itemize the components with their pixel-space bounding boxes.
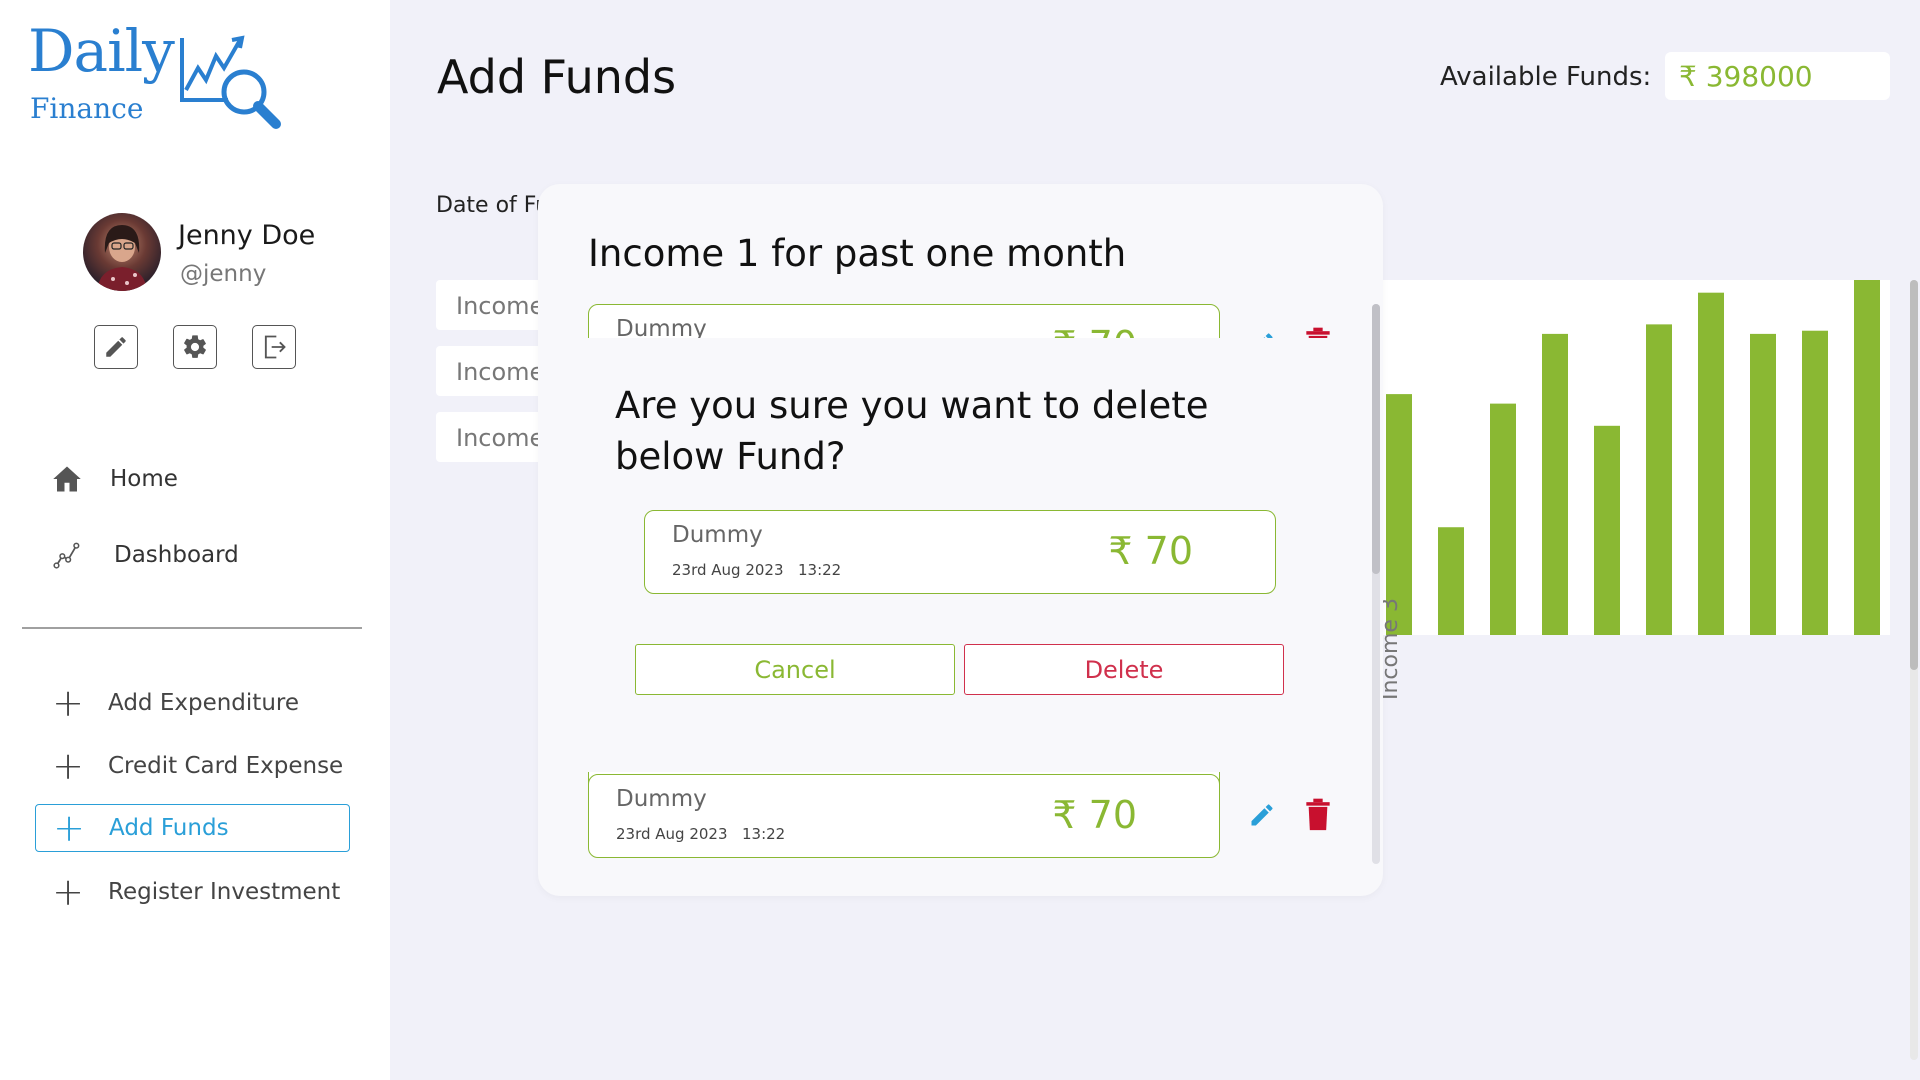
fund-name: Dummy: [616, 786, 707, 812]
chart-bar: [1802, 330, 1828, 635]
chart-bar: [1698, 292, 1724, 635]
modal-title: Income 1 for past one month: [588, 232, 1127, 275]
register-investment-button[interactable]: + Register Investment: [35, 868, 350, 916]
available-funds-value: ₹ 398000: [1665, 52, 1890, 100]
pencil-icon: [106, 337, 126, 357]
available-funds-label: Available Funds:: [1440, 62, 1652, 92]
chart-line-icon: [50, 538, 84, 572]
chart-bar: [1854, 280, 1880, 635]
chart-bar: [1750, 333, 1776, 635]
chart-bar: [1542, 333, 1568, 635]
fund-time: 13:22: [742, 825, 786, 843]
delete-confirm-dialog: Are you sure you want to delete below Fu…: [588, 338, 1336, 744]
credit-card-expense-button[interactable]: + Credit Card Expense: [35, 742, 350, 790]
add-expenditure-button[interactable]: + Add Expenditure: [35, 679, 350, 727]
avatar[interactable]: [83, 213, 161, 291]
home-icon: [50, 462, 84, 496]
fund-amount: ₹ 70: [1108, 529, 1193, 573]
fund-card[interactable]: Dummy 23rd Aug 2023 13:22 ₹ 70: [588, 774, 1220, 858]
sidebar: Daily Finance Jenny Doe @jenny Home Dash…: [0, 0, 390, 1080]
plus-icon: +: [52, 744, 84, 788]
chart-magnifier-icon: [180, 35, 281, 129]
plus-icon: +: [53, 806, 85, 850]
date-of-funds-label: Date of Fu: [436, 193, 550, 218]
app-logo[interactable]: Daily Finance: [28, 17, 281, 129]
logout-button[interactable]: [252, 325, 296, 369]
chart-bar: [1490, 403, 1516, 635]
trash-icon: [1306, 798, 1330, 831]
confirm-title: Are you sure you want to delete below Fu…: [615, 384, 1209, 478]
delete-button[interactable]: Delete: [964, 644, 1284, 695]
logo-daily-text: Daily: [28, 17, 175, 85]
logo-finance-text: Finance: [30, 92, 144, 125]
credit-card-expense-label: Credit Card Expense: [108, 753, 344, 779]
pencil-icon: [1251, 804, 1273, 826]
fund-date: 23rd Aug 2023: [616, 825, 728, 843]
add-funds-label: Add Funds: [109, 815, 229, 841]
plus-icon: +: [52, 681, 84, 725]
logout-icon: [264, 335, 286, 359]
modal-scrollbar[interactable]: [1372, 304, 1380, 864]
profile-handle: @jenny: [180, 261, 267, 287]
chart-bar: [1594, 425, 1620, 635]
gear-icon: [184, 335, 206, 358]
profile-name: Jenny Doe: [178, 220, 316, 251]
plus-icon: +: [52, 870, 84, 914]
register-investment-label: Register Investment: [108, 879, 341, 905]
nav-dashboard-label: Dashboard: [114, 542, 239, 568]
add-funds-button[interactable]: + Add Funds: [35, 804, 350, 852]
chart-bar: [1438, 527, 1464, 635]
chart-bar: [1646, 324, 1672, 635]
page-scrollbar[interactable]: [1910, 280, 1918, 1060]
nav-home-label: Home: [110, 466, 178, 492]
fund-time: 13:22: [798, 561, 842, 579]
add-expenditure-label: Add Expenditure: [108, 690, 299, 716]
nav-home[interactable]: Home: [50, 462, 178, 496]
fund-amount: ₹ 70: [1052, 793, 1137, 837]
fund-name: Dummy: [672, 522, 763, 548]
sidebar-divider: [22, 627, 362, 629]
nav-dashboard[interactable]: Dashboard: [50, 538, 239, 572]
delete-fund-button[interactable]: [1300, 795, 1336, 835]
income-bar-chart: [1386, 280, 1880, 635]
page-title: Add Funds: [437, 50, 677, 104]
edit-fund-button[interactable]: [1244, 797, 1280, 833]
confirm-fund-card: Dummy 23rd Aug 2023 13:22 ₹ 70: [644, 510, 1276, 594]
fund-date: 23rd Aug 2023: [672, 561, 784, 579]
settings-button[interactable]: [173, 325, 217, 369]
modal-scrollbar-thumb[interactable]: [1372, 304, 1380, 574]
cancel-button[interactable]: Cancel: [635, 644, 955, 695]
edit-profile-button[interactable]: [94, 325, 138, 369]
page-scrollbar-thumb[interactable]: [1910, 280, 1918, 670]
